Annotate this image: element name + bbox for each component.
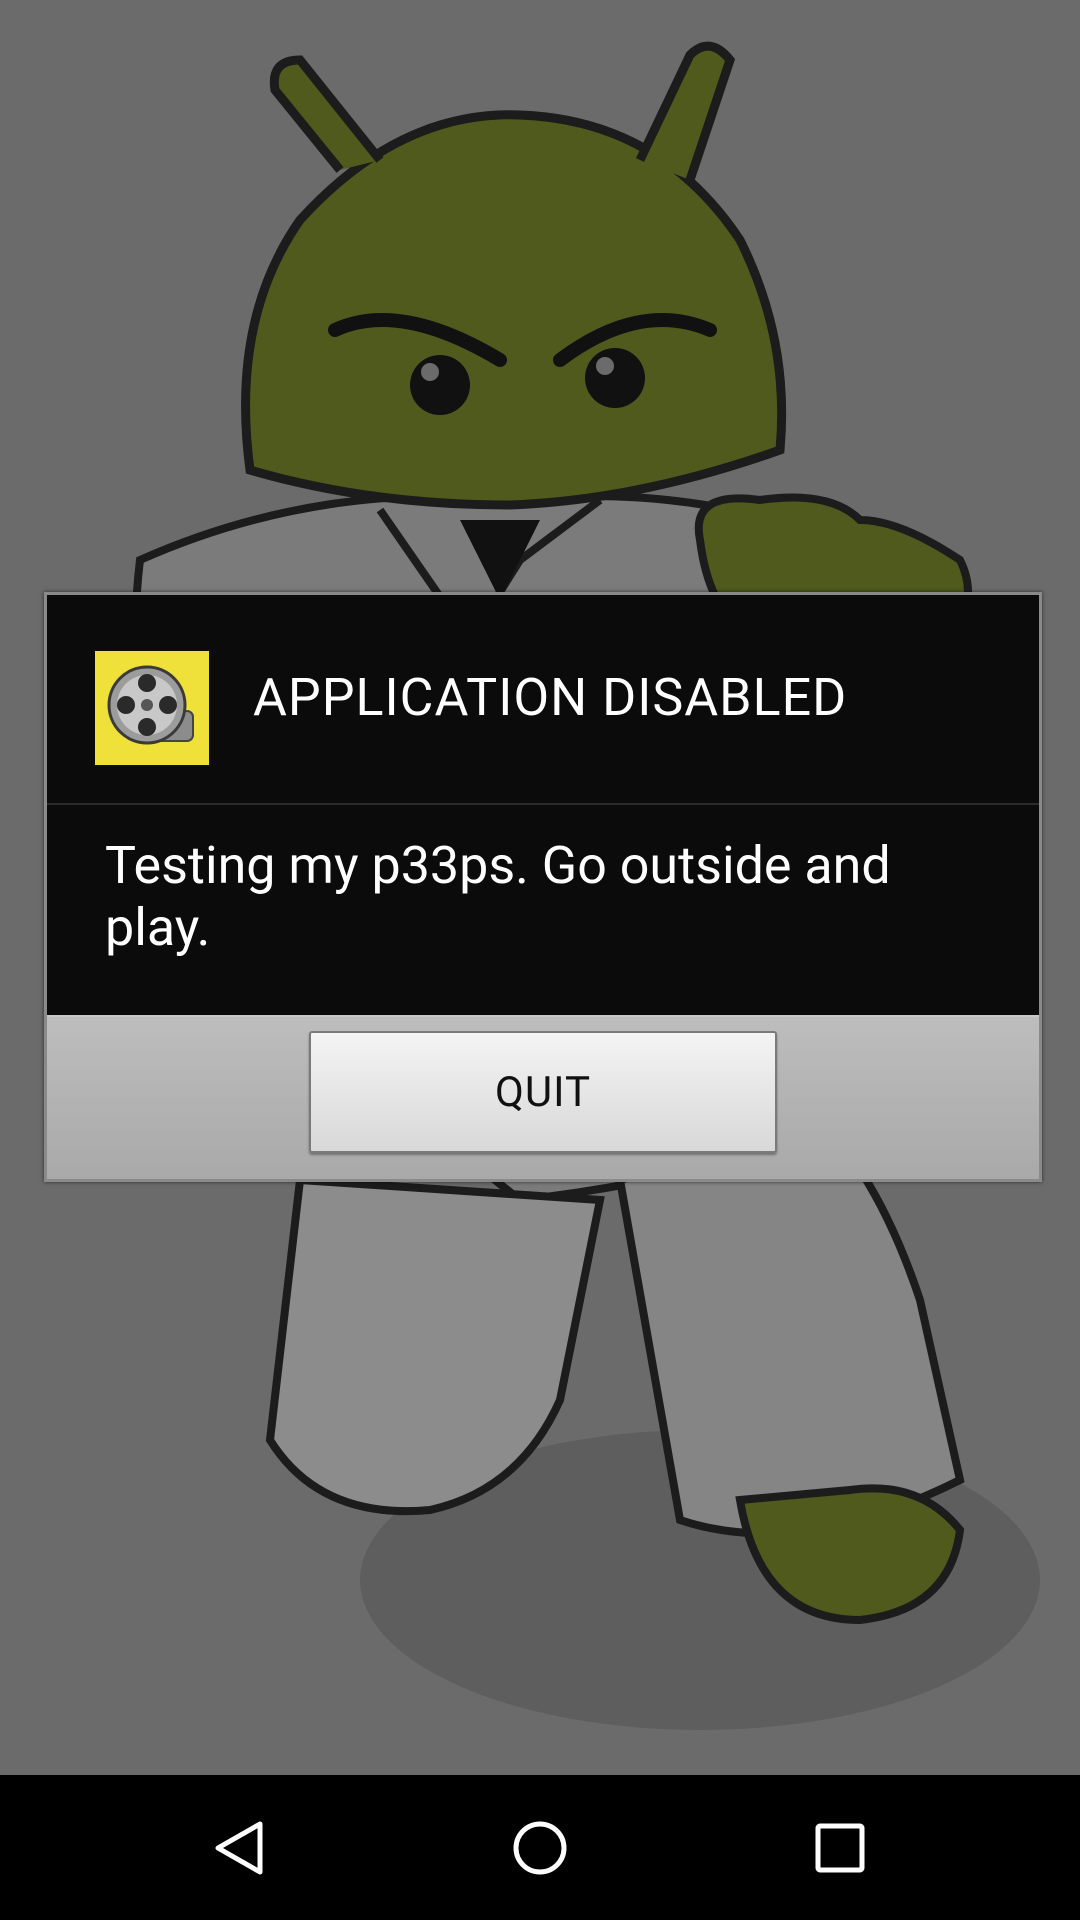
application-disabled-dialog: APPLICATION DISABLED Testing my p33ps. G… [44,592,1042,1182]
dialog-button-bar: QUIT [47,1015,1039,1179]
navigation-bar [0,1775,1080,1920]
recents-button[interactable] [740,1775,940,1920]
dialog-header: APPLICATION DISABLED [47,595,1039,805]
back-triangle-icon [215,1821,263,1874]
dialog-message: Testing my p33ps. Go outside and play. [105,835,891,958]
home-circle-icon [513,1821,567,1874]
film-reel-icon [95,651,209,765]
quit-button[interactable]: QUIT [309,1031,777,1153]
screen: APPLICATION DISABLED Testing my p33ps. G… [0,0,1080,1775]
recents-square-icon [815,1823,865,1872]
home-button[interactable] [440,1775,640,1920]
dialog-title: APPLICATION DISABLED [253,667,848,728]
back-button[interactable] [140,1775,340,1920]
